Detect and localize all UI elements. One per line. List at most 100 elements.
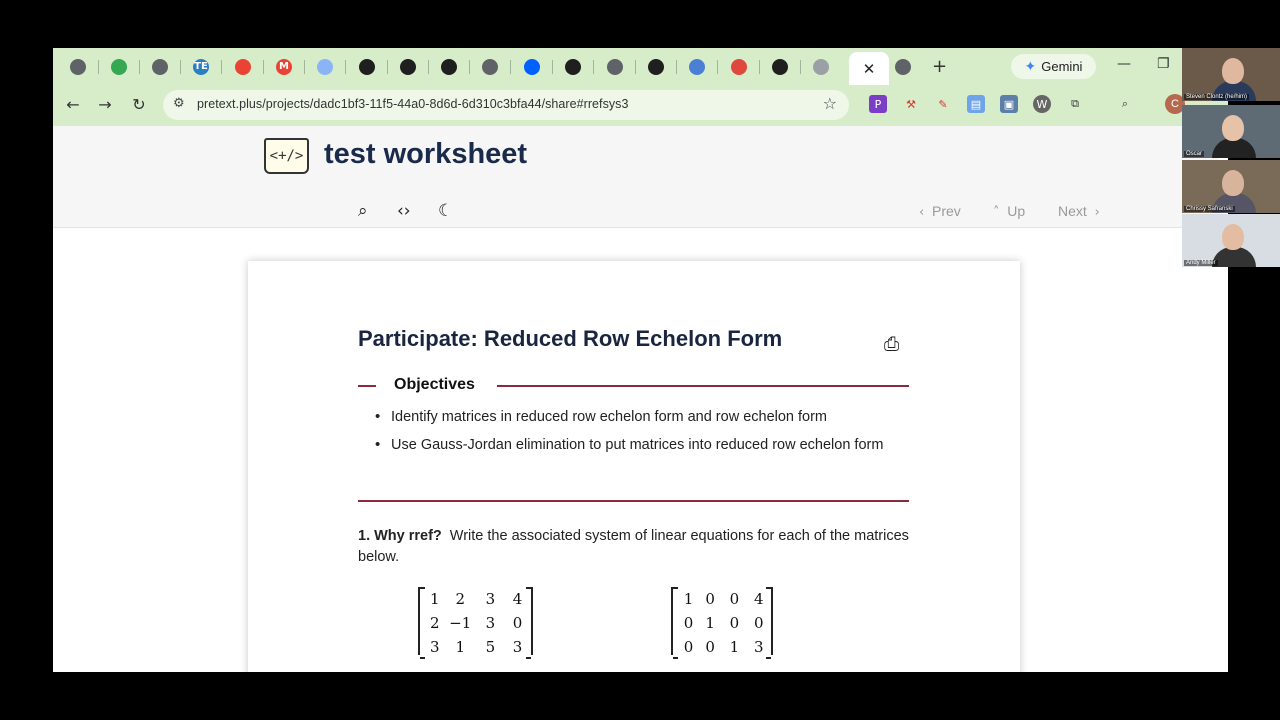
back-icon[interactable]: ← — [62, 95, 84, 114]
matrix-entry: 0 — [754, 614, 764, 632]
matrix-entry: 3 — [485, 614, 496, 632]
worksheet-card: Participate: Reduced Row Echelon Form ⎙ … — [248, 261, 1020, 672]
matrix-entry: 1 — [729, 638, 740, 656]
up-link[interactable]: ˄ Up — [993, 203, 1025, 220]
browser-tab[interactable] — [599, 54, 631, 79]
browser-tab[interactable] — [723, 54, 755, 79]
new-tab-button[interactable]: + — [932, 56, 947, 77]
tab-separator — [717, 60, 718, 74]
github-icon — [772, 58, 788, 75]
browser-tab[interactable] — [557, 54, 589, 79]
tab-separator — [428, 60, 429, 74]
browser-tab[interactable] — [103, 54, 135, 79]
extension-p-icon[interactable]: P — [869, 95, 887, 113]
page-viewport: <+/> test worksheet ⌕ ‹› ☾ ‹ Prev ˄ Up N… — [53, 126, 1218, 672]
matrix-entry: 4 — [754, 590, 764, 608]
search-icon[interactable]: ⌕ — [358, 201, 368, 221]
browser-tab[interactable] — [516, 54, 548, 79]
browser-tab[interactable] — [62, 54, 94, 79]
browser-tab[interactable] — [351, 54, 383, 79]
browser-tab[interactable] — [805, 54, 837, 79]
participant-tile[interactable]: Andy Miller — [1182, 214, 1280, 267]
gmail-icon: M — [276, 58, 292, 75]
task-prompt: 1. Why rref? Write the associated system … — [358, 526, 918, 568]
reload-icon[interactable]: ↻ — [128, 95, 150, 114]
bookmark-star-icon[interactable]: ☆ — [823, 94, 837, 113]
code-icon[interactable]: ‹› — [397, 201, 411, 221]
extension-screen-icon[interactable]: ▣ — [1000, 95, 1018, 113]
tab-separator — [304, 60, 305, 74]
matrix-a-table: 1 2 3 4 2 −1 3 0 3 1 5 3 — [426, 587, 531, 659]
url-text[interactable]: pretext.plus/projects/dadc1bf3-11f5-44a0… — [197, 97, 628, 111]
matrix-entry: 1 — [683, 590, 694, 608]
matrix-entry: 2 — [455, 590, 465, 608]
participant-tile[interactable]: Steven Clontz (he/him) — [1182, 48, 1280, 101]
browser-tab[interactable] — [474, 54, 506, 79]
close-tab-icon[interactable]: ✕ — [863, 60, 876, 78]
participant-face — [1222, 58, 1244, 84]
extension-doc-icon[interactable]: ▤ — [967, 95, 985, 113]
tab-search-icon[interactable]: ⌕ — [1116, 95, 1134, 113]
extension-tool-icon[interactable]: ⚒ — [902, 95, 920, 113]
participant-name: Andy Miller — [1184, 260, 1218, 266]
address-bar[interactable]: ⚙ pretext.plus/projects/dadc1bf3-11f5-44… — [163, 90, 849, 120]
objective-item: Identify matrices in reduced row echelon… — [375, 407, 901, 427]
extension-w-icon[interactable]: W — [1033, 95, 1051, 113]
matrix-entry: 0 — [683, 638, 694, 656]
browser-tab[interactable] — [887, 54, 919, 79]
color-wheel-icon — [235, 58, 251, 75]
print-icon[interactable]: ⎙ — [884, 333, 899, 355]
browser-tab[interactable] — [681, 54, 713, 79]
participant-tile[interactable]: Chrissy Safranski — [1182, 160, 1280, 213]
forward-icon[interactable]: → — [94, 95, 116, 114]
github-icon — [359, 58, 375, 75]
objective-item: Use Gauss-Jordan elimination to put matr… — [375, 435, 901, 455]
chevron-up-icon: ˄ — [993, 205, 1000, 220]
chevron-right-icon: › — [1094, 205, 1100, 220]
matrix-entry: 0 — [512, 614, 523, 632]
tab-separator — [510, 60, 511, 74]
tab-separator — [800, 60, 801, 74]
browser-tab[interactable]: TE — [185, 54, 217, 79]
gemini-icon: ✦ — [1024, 58, 1037, 75]
pretext-logo[interactable]: <+/> — [264, 138, 309, 174]
active-tab[interactable]: ✕ — [849, 52, 889, 85]
extensions-puzzle-icon[interactable]: ⧉ — [1066, 95, 1084, 113]
tab-separator — [221, 60, 222, 74]
prev-link[interactable]: ‹ Prev — [919, 203, 961, 220]
participant-tile[interactable]: Oscar — [1182, 105, 1280, 158]
browser-tab[interactable] — [392, 54, 424, 79]
extension-pen-icon[interactable]: ✎ — [934, 95, 952, 113]
video-participants-panel: Steven Clontz (he/him) Oscar Chrissy Safra… — [1182, 48, 1280, 268]
matrix-entry: 3 — [512, 638, 523, 656]
dark-mode-icon[interactable]: ☾ — [438, 201, 453, 221]
github-icon — [400, 58, 416, 75]
objectives-rule-right — [497, 385, 909, 387]
browser-tab[interactable] — [640, 54, 672, 79]
matrix-row: 0100 — [679, 611, 771, 635]
chevron-left-icon: ‹ — [919, 205, 925, 220]
browser-tab[interactable] — [227, 54, 259, 79]
browser-tab[interactable] — [309, 54, 341, 79]
participant-face — [1222, 224, 1244, 250]
site-title[interactable]: test worksheet — [324, 138, 527, 171]
objectives-rule-bottom — [358, 500, 909, 502]
tab-separator — [593, 60, 594, 74]
matrix-b-table: 100401000013 — [679, 587, 771, 659]
next-link[interactable]: Next › — [1058, 203, 1100, 220]
site-info-icon[interactable]: ⚙ — [173, 96, 185, 111]
task-number: 1. Why rref? — [358, 528, 442, 544]
mail-icon — [813, 58, 829, 75]
globe-icon — [482, 58, 498, 75]
github-icon — [441, 58, 457, 75]
browser-tab[interactable] — [144, 54, 176, 79]
restore-icon[interactable]: ❐ — [1157, 56, 1170, 72]
gemini-button[interactable]: ✦ Gemini — [1011, 54, 1096, 79]
tab-separator — [345, 60, 346, 74]
minimize-icon[interactable]: — — [1117, 56, 1131, 72]
browser-tab[interactable] — [433, 54, 465, 79]
matrix-row: 1004 — [679, 587, 771, 611]
browser-tab[interactable] — [764, 54, 796, 79]
browser-tab[interactable]: M — [268, 54, 300, 79]
participant-name: Steven Clontz (he/him) — [1184, 94, 1250, 100]
